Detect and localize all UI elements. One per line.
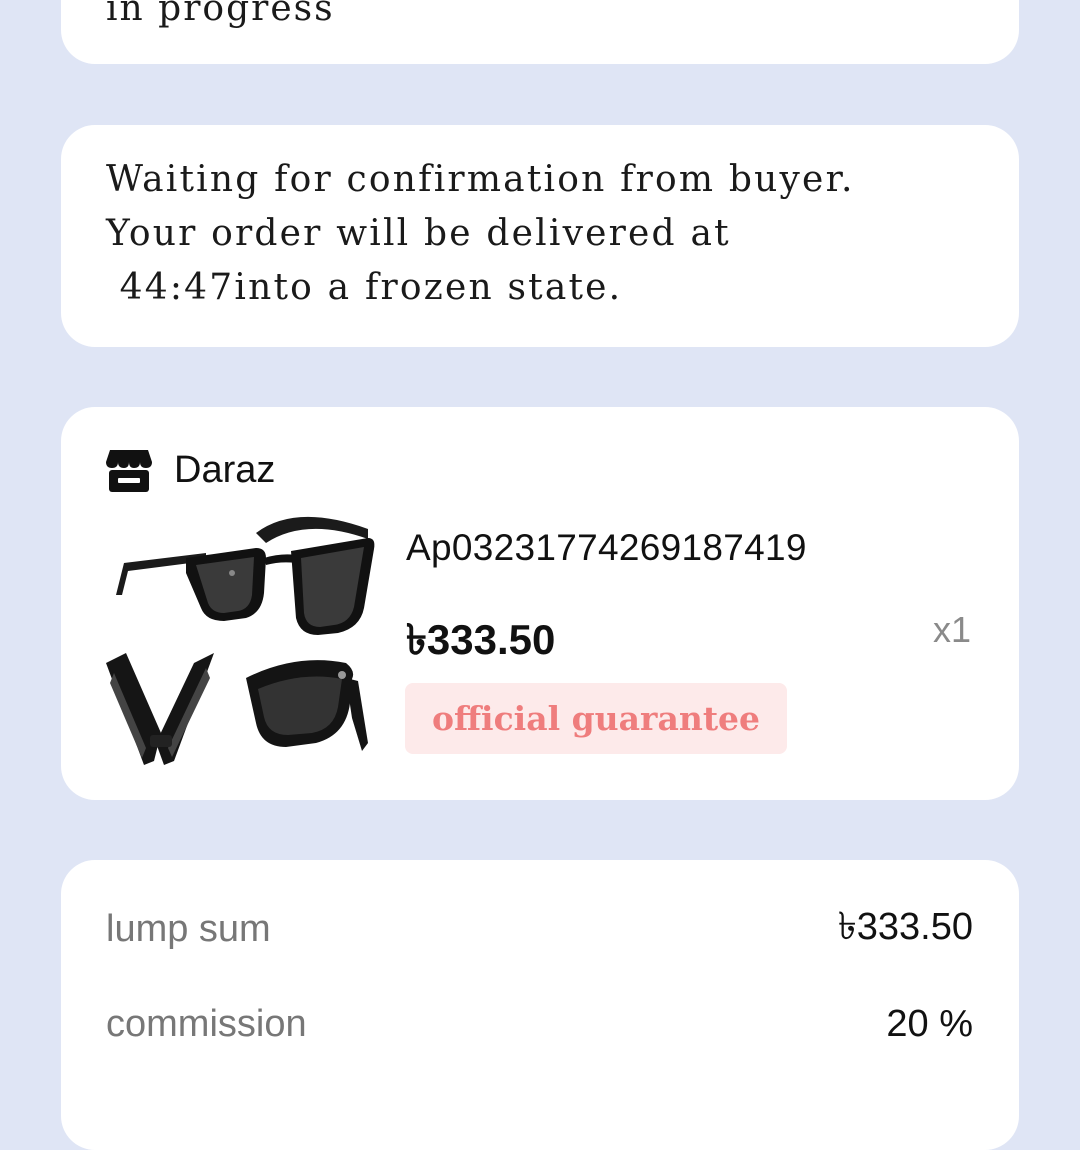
store-row[interactable]: Daraz (106, 447, 275, 493)
waiting-message-card: Waiting for confirmation from buyer. You… (61, 125, 1019, 347)
order-status-text: in progress (106, 0, 335, 29)
order-summary-card: lump sum ৳333.50 commission 20 % (61, 860, 1019, 1150)
store-icon (106, 450, 152, 492)
lump-sum-row: lump sum ৳333.50 (106, 904, 973, 954)
product-image[interactable] (106, 503, 376, 778)
product-card[interactable]: Daraz Ap03231774269187419 ৳333.50 x1 off… (61, 407, 1019, 800)
product-price: ৳333.50 (406, 616, 556, 663)
waiting-message-line: Waiting for confirmation from buyer. (106, 159, 855, 200)
product-id: Ap03231774269187419 (406, 527, 807, 568)
official-guarantee-badge: official guarantee (405, 683, 787, 754)
commission-label: commission (106, 1002, 307, 1045)
commission-row: commission 20 % (106, 999, 973, 1049)
waiting-message-line: Your order will be delivered at (106, 213, 731, 254)
status-card: in progress (61, 0, 1019, 64)
lump-sum-label: lump sum (106, 907, 271, 950)
commission-value: 20 % (886, 1002, 973, 1045)
product-quantity: x1 (932, 609, 971, 650)
waiting-message: Waiting for confirmation from buyer. You… (106, 153, 855, 315)
waiting-message-line: 44:47into a frozen state. (106, 267, 623, 308)
store-name: Daraz (174, 448, 276, 491)
lump-sum-value: ৳333.50 (837, 906, 973, 948)
